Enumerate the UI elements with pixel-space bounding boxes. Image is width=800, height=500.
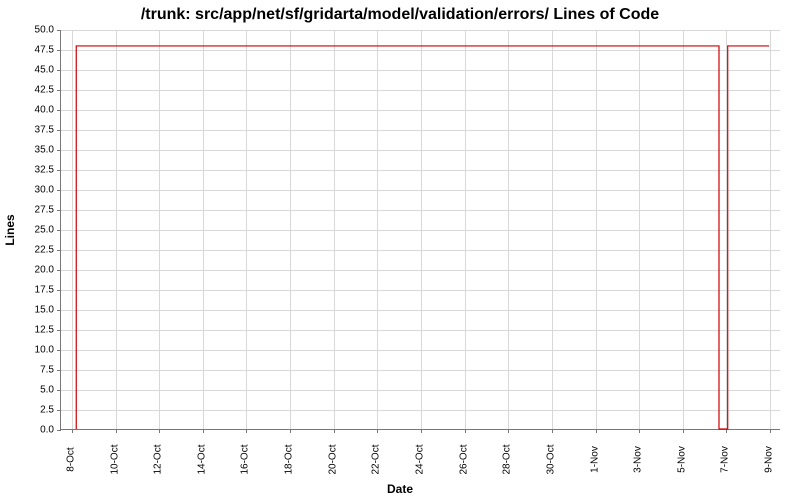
y-tick-label: 2.5 (14, 405, 54, 416)
series-line (76, 46, 769, 429)
x-tick-mark (770, 429, 771, 433)
x-tick-label: 3-Nov (633, 440, 644, 480)
chart-title: /trunk: src/app/net/sf/gridarta/model/va… (0, 6, 800, 24)
x-tick-label: 16-Oct (240, 440, 251, 480)
x-tick-label: 22-Oct (371, 440, 382, 480)
x-tick-mark (203, 429, 204, 433)
x-tick-mark (639, 429, 640, 433)
x-tick-label: 26-Oct (458, 440, 469, 480)
x-tick-mark (508, 429, 509, 433)
x-tick-mark (116, 429, 117, 433)
y-tick-label: 40.0 (14, 105, 54, 116)
x-tick-label: 10-Oct (109, 440, 120, 480)
y-tick-label: 42.5 (14, 85, 54, 96)
x-tick-label: 20-Oct (327, 440, 338, 480)
y-tick-label: 27.5 (14, 205, 54, 216)
y-tick-label: 45.0 (14, 65, 54, 76)
y-tick-label: 0.0 (14, 425, 54, 436)
x-tick-label: 7-Nov (720, 440, 731, 480)
y-tick-label: 30.0 (14, 185, 54, 196)
chart-container: /trunk: src/app/net/sf/gridarta/model/va… (0, 0, 800, 500)
y-tick-label: 47.5 (14, 45, 54, 56)
y-tick-label: 7.5 (14, 365, 54, 376)
y-tick-label: 37.5 (14, 125, 54, 136)
x-tick-label: 18-Oct (284, 440, 295, 480)
x-tick-label: 28-Oct (502, 440, 513, 480)
x-tick-mark (159, 429, 160, 433)
x-tick-label: 5-Nov (676, 440, 687, 480)
y-tick-label: 32.5 (14, 165, 54, 176)
x-tick-mark (377, 429, 378, 433)
y-tick-label: 22.5 (14, 245, 54, 256)
y-tick-mark (57, 430, 61, 431)
x-tick-label: 9-Nov (764, 440, 775, 480)
x-tick-mark (290, 429, 291, 433)
x-tick-mark (596, 429, 597, 433)
x-axis-label: Date (0, 482, 800, 496)
x-tick-mark (334, 429, 335, 433)
data-series (61, 30, 780, 429)
x-tick-mark (552, 429, 553, 433)
x-tick-label: 12-Oct (153, 440, 164, 480)
y-tick-label: 5.0 (14, 385, 54, 396)
x-tick-mark (246, 429, 247, 433)
y-tick-label: 15.0 (14, 305, 54, 316)
x-tick-mark (465, 429, 466, 433)
plot-area (60, 30, 780, 430)
y-tick-label: 50.0 (14, 25, 54, 36)
y-tick-label: 25.0 (14, 225, 54, 236)
y-tick-label: 20.0 (14, 265, 54, 276)
x-tick-label: 24-Oct (415, 440, 426, 480)
x-tick-mark (72, 429, 73, 433)
x-tick-label: 14-Oct (196, 440, 207, 480)
x-tick-mark (421, 429, 422, 433)
x-tick-label: 1-Nov (589, 440, 600, 480)
y-tick-label: 12.5 (14, 325, 54, 336)
x-tick-label: 30-Oct (545, 440, 556, 480)
x-tick-label: 8-Oct (65, 440, 76, 480)
y-tick-label: 10.0 (14, 345, 54, 356)
y-tick-label: 17.5 (14, 285, 54, 296)
y-tick-label: 35.0 (14, 145, 54, 156)
x-tick-mark (683, 429, 684, 433)
x-tick-mark (726, 429, 727, 433)
